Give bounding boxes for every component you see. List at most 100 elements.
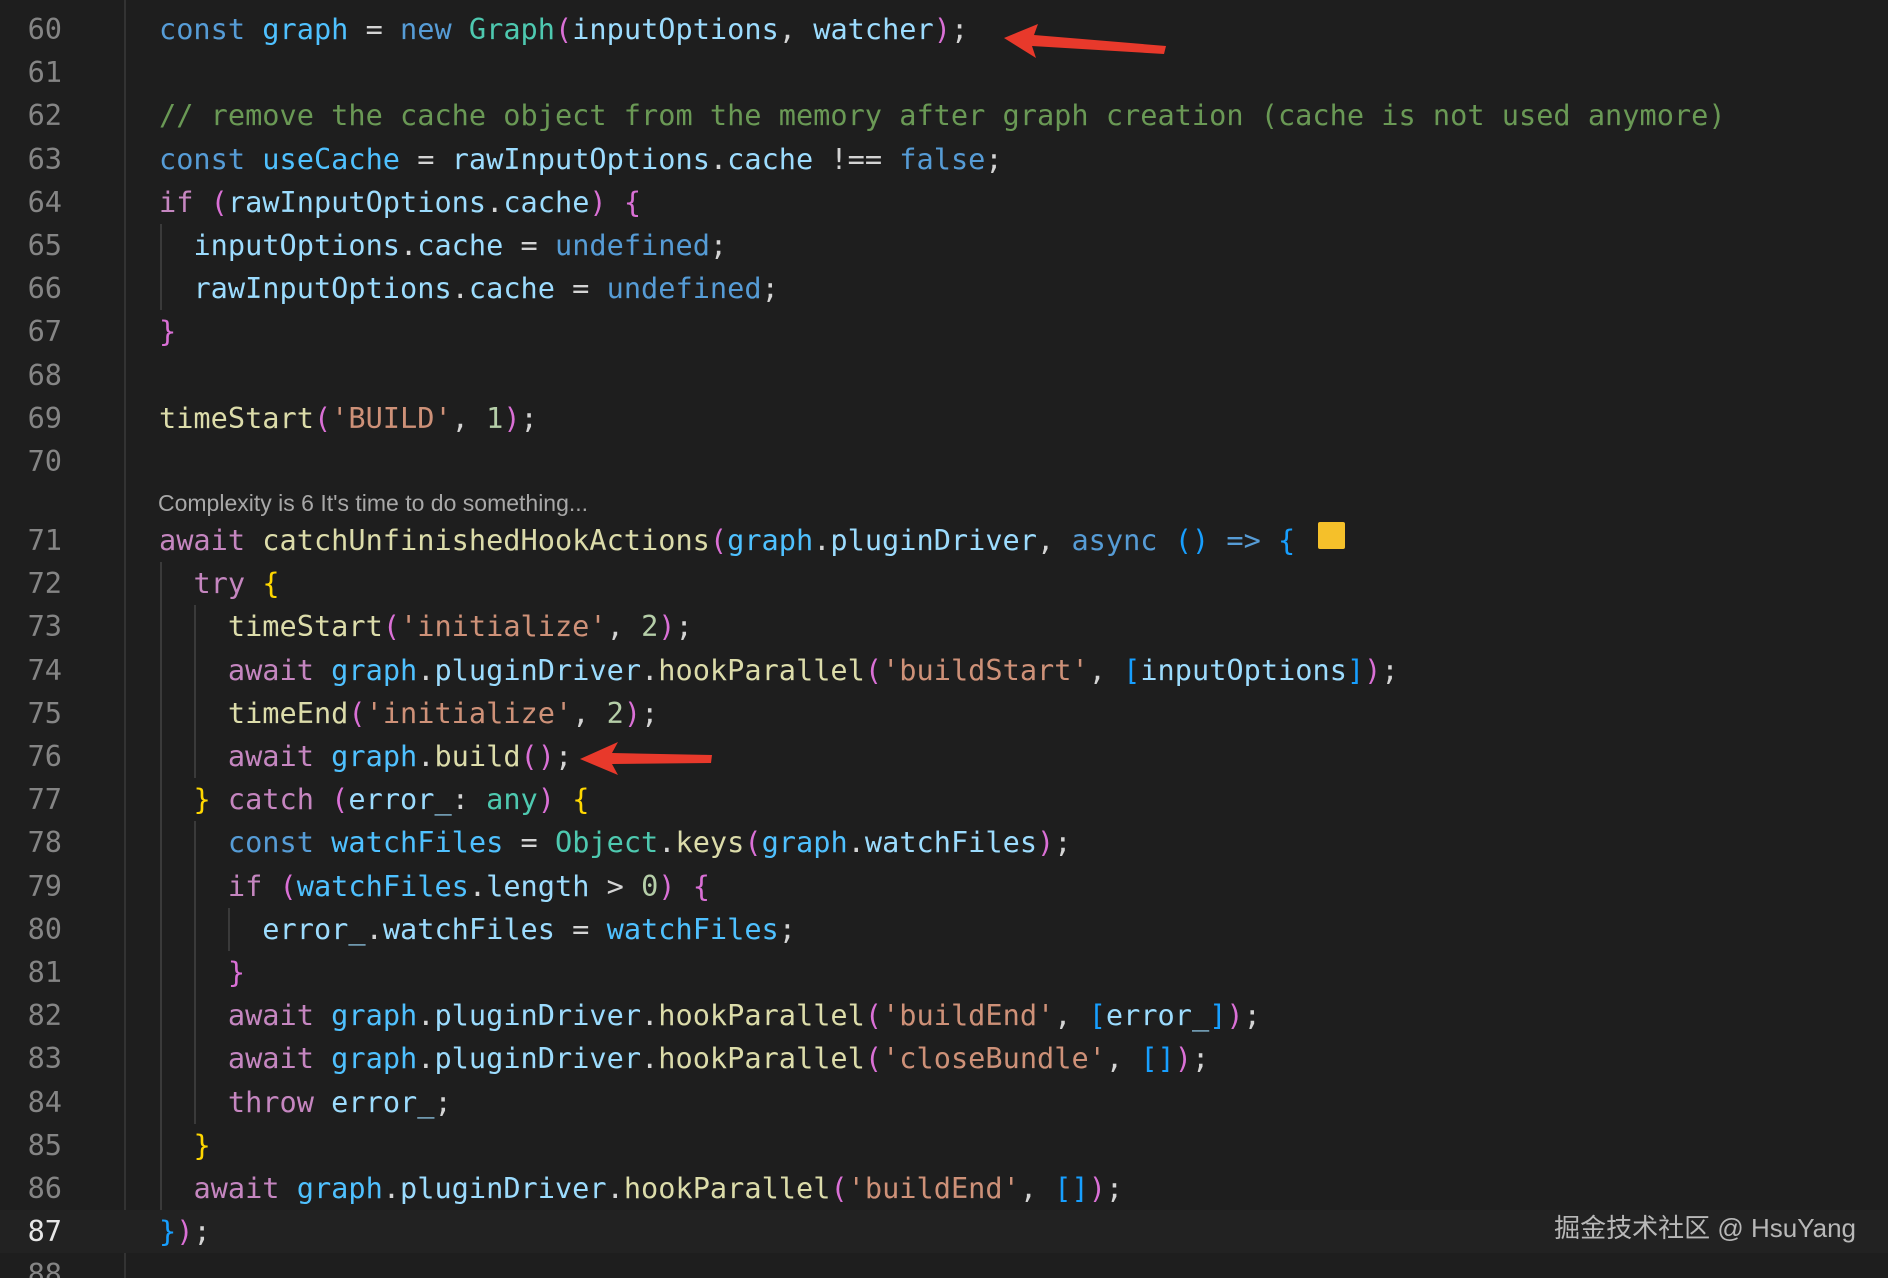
code-token: } (227, 955, 246, 989)
code-token: ) (1088, 1171, 1106, 1205)
code-line[interactable]: 62 // remove the cache object from the me… (0, 94, 1888, 137)
code-token: ) (623, 695, 642, 730)
line-code[interactable]: throw error_; (159, 1081, 452, 1124)
code-line[interactable]: 75 timeEnd('initialize', 2); (0, 692, 1888, 735)
code-line[interactable]: 71 await catchUnfinishedHookActions(graph… (0, 519, 1888, 562)
code-line[interactable]: 77 } catch (error_: any) { (0, 778, 1888, 821)
line-code[interactable]: await graph.build(); (159, 735, 572, 778)
code-token: false (899, 141, 986, 176)
code-line[interactable]: 84 throw error_; (0, 1081, 1888, 1124)
code-line[interactable]: 85 } (0, 1124, 1888, 1167)
code-token: pluginDriver (434, 652, 642, 687)
code-line[interactable]: 65 inputOptions.cache = undefined; (0, 224, 1888, 267)
line-code[interactable]: timeStart('BUILD', 1); (159, 397, 538, 440)
code-line[interactable]: 72 try { (0, 562, 1888, 605)
code-token: : (451, 782, 487, 817)
code-token: ; (709, 228, 728, 262)
code-line[interactable]: 82 await graph.pluginDriver.hookParallel… (0, 994, 1888, 1037)
code-token: ) (1364, 652, 1382, 687)
line-code[interactable]: timeStart('initialize', 2); (159, 605, 693, 648)
line-code[interactable]: const watchFiles = Object.keys(graph.wat… (159, 821, 1072, 864)
line-code[interactable]: if (rawInputOptions.cache) { (159, 181, 641, 224)
code-token: , (1037, 523, 1072, 557)
code-token: if (159, 184, 211, 219)
code-line[interactable]: 69 timeStart('BUILD', 1); (0, 397, 1888, 440)
line-code[interactable]: }); (159, 1210, 211, 1253)
code-token: timeEnd (227, 695, 349, 730)
code-line[interactable]: 70 (0, 440, 1888, 483)
code-line[interactable]: 86 await graph.pluginDriver.hookParallel… (0, 1167, 1888, 1210)
code-token: 'buildEnd' (882, 998, 1055, 1033)
line-code[interactable]: if (watchFiles.length > 0) { (159, 865, 710, 908)
code-line[interactable]: 67} (0, 310, 1888, 353)
line-code[interactable]: } catch (error_: any) { (159, 778, 589, 821)
code-token: ) (1226, 998, 1244, 1033)
code-token: . (847, 825, 865, 860)
line-number: 69 (27, 400, 62, 435)
line-code[interactable]: const graph = new Graph(inputOptions, wa… (159, 8, 968, 51)
code-token: ( (830, 1171, 848, 1205)
code-token: ( (864, 652, 883, 687)
code-line[interactable]: 81 } (0, 951, 1888, 994)
code-token: await (227, 1041, 332, 1076)
code-token: graph (761, 825, 848, 860)
line-code[interactable]: await graph.pluginDriver.hookParallel('c… (159, 1037, 1209, 1080)
code-token: = (348, 12, 401, 46)
code-line[interactable]: 88 (0, 1253, 1888, 1278)
code-token: graph (262, 12, 349, 46)
line-code[interactable]: // remove the cache object from the memo… (159, 94, 1726, 137)
code-line[interactable]: 79 if (watchFiles.length > 0) { (0, 865, 1888, 908)
code-line[interactable]: 64 if (rawInputOptions.cache) { (0, 181, 1888, 224)
color-decorator-badge[interactable] (1318, 522, 1345, 549)
code-token: () (1174, 523, 1227, 557)
line-code[interactable]: timeEnd('initialize', 2); (159, 692, 658, 735)
code-token: watchFiles (382, 911, 555, 946)
code-line[interactable]: 66 rawInputOptions.cache = undefined; (0, 267, 1888, 310)
line-code[interactable]: const useCache = rawInputOptions.cache !… (159, 138, 1003, 181)
code-token: timeStart (159, 400, 314, 435)
code-line[interactable]: 78 const watchFiles = Object.keys(graph.… (0, 821, 1888, 864)
code-token: const (159, 12, 263, 46)
line-code[interactable]: error_.watchFiles = watchFiles; (159, 908, 796, 951)
code-token: . (658, 825, 676, 860)
code-line[interactable]: 63 const useCache = rawInputOptions.cache… (0, 138, 1888, 181)
line-code[interactable]: await catchUnfinishedHookActions(graph.p… (159, 519, 1295, 562)
code-token: await (159, 523, 263, 557)
code-line[interactable]: 73 timeStart('initialize', 2); (0, 605, 1888, 648)
code-line[interactable]: 61 (0, 51, 1888, 94)
code-line[interactable]: 80 error_.watchFiles = watchFiles; (0, 908, 1888, 951)
line-number: 66 (27, 271, 62, 306)
code-token: . (641, 652, 659, 687)
code-line[interactable]: 68 (0, 354, 1888, 397)
code-token: . (400, 228, 418, 262)
code-token: ) (1174, 1041, 1192, 1076)
code-token: error_ (1105, 998, 1210, 1033)
line-code[interactable]: try { (159, 562, 279, 605)
code-token: ; (778, 911, 796, 946)
code-token: 2 (641, 609, 659, 644)
code-token: error_ (262, 911, 366, 946)
line-code[interactable]: await graph.pluginDriver.hookParallel('b… (159, 649, 1399, 692)
code-line[interactable]: 60 const graph = new Graph(inputOptions, … (0, 8, 1888, 51)
line-code[interactable]: rawInputOptions.cache = undefined; (159, 267, 778, 310)
line-code[interactable]: await graph.pluginDriver.hookParallel('b… (159, 994, 1261, 1037)
watermark: 掘金技术社区 @ HsuYang (1554, 1213, 1856, 1243)
code-token: ( (382, 609, 401, 644)
code-token: graph (727, 523, 814, 557)
code-editor[interactable]: 60 const graph = new Graph(inputOptions, … (0, 0, 1888, 1278)
complexity-codelens[interactable]: Complexity is 6 It's time to do somethin… (158, 488, 588, 518)
code-token: . (641, 998, 659, 1033)
code-line[interactable]: 83 await graph.pluginDriver.hookParallel… (0, 1037, 1888, 1080)
code-token: 'BUILD' (331, 400, 452, 435)
code-line[interactable]: 76 await graph.build(); (0, 735, 1888, 778)
line-code[interactable]: } (159, 951, 245, 994)
line-code[interactable]: } (159, 310, 176, 353)
line-code[interactable]: } (159, 1124, 210, 1167)
code-line[interactable]: 74 await graph.pluginDriver.hookParallel… (0, 649, 1888, 692)
code-token: [ (1123, 652, 1141, 687)
line-code[interactable]: inputOptions.cache = undefined; (159, 224, 727, 267)
line-code[interactable]: await graph.pluginDriver.hookParallel('b… (159, 1167, 1123, 1210)
